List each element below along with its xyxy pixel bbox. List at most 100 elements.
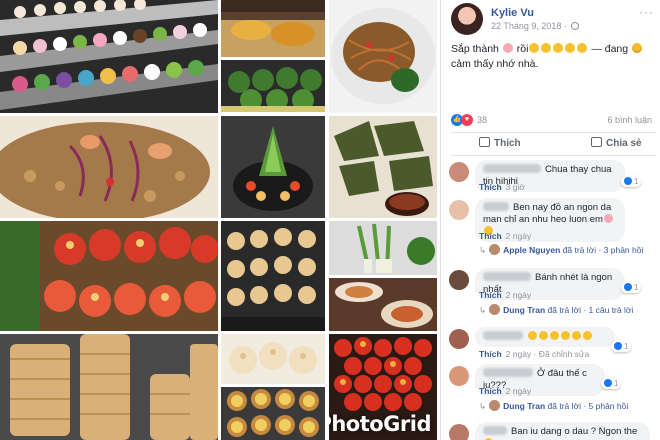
share-button[interactable]: Chia sẻ: [591, 137, 642, 149]
replier-name[interactable]: Dung Tran: [503, 305, 545, 315]
globe-icon: [571, 22, 580, 30]
sad-emoji-icon: [632, 43, 643, 53]
comment-meta: Thích 2 ngày · Đã chỉnh sửa: [479, 349, 589, 359]
comment-bubble: Ban iu dang o dau ? Ngon the: [475, 422, 650, 440]
more-options-button[interactable]: ···: [639, 5, 654, 19]
reaction-summary[interactable]: 👍 ♥ 38 6 bình luận: [451, 113, 656, 127]
comment-bubble: [475, 327, 615, 347]
comment-time[interactable]: 2 ngày: [506, 231, 532, 241]
feeling-prefix: — đang: [591, 43, 629, 55]
photo-apple-pile[interactable]: PhotoGrid: [329, 334, 437, 440]
reply-text[interactable]: đã trả lời · 1 câu trả lời: [548, 305, 634, 315]
comment-text: Ban iu dang o dau ? Ngon the: [511, 426, 638, 437]
like-label: Thích: [494, 138, 521, 149]
post-text: Sắp thành rồi — đang cảm thấy nhớ nhà.: [451, 42, 651, 72]
comment-meta: Thích 3 giờ: [479, 182, 525, 192]
post-actions: Thích Chia sẻ: [451, 132, 656, 156]
replier-name[interactable]: Dung Tran: [503, 401, 545, 411]
commenter-avatar[interactable]: [449, 366, 469, 386]
timestamp-text[interactable]: 22 Tháng 9, 2018 ·: [491, 21, 567, 31]
reply-arrow-icon: ↳: [479, 305, 487, 315]
comment-time[interactable]: 2 ngày: [506, 290, 532, 300]
reply-summary[interactable]: ↳ Dung Tran đã trả lời · 5 phản hồi: [479, 400, 628, 412]
reply-text[interactable]: đã trả lời · 5 phản hồi: [548, 401, 629, 411]
share-label: Chia sẻ: [606, 138, 642, 149]
reaction-count[interactable]: 38: [477, 115, 487, 125]
commenter-name-blurred[interactable]: [483, 331, 523, 340]
commenter-avatar[interactable]: [449, 329, 469, 349]
replier-name[interactable]: Apple Nguyen: [503, 245, 560, 255]
photo-melons[interactable]: [221, 60, 325, 112]
commenter-avatar[interactable]: [449, 162, 469, 182]
photo-leaf-wrapped-rice[interactable]: [329, 116, 437, 218]
reply-arrow-icon: ↳: [479, 245, 487, 255]
comment-time[interactable]: 3 giờ: [506, 182, 525, 192]
comment-reactions[interactable]: 1: [621, 176, 642, 187]
like-button[interactable]: Thích: [479, 137, 521, 149]
smile-emoji-icon: [553, 43, 564, 53]
like-reaction-icon: [624, 177, 632, 185]
thumbs-up-emoji-icon: [539, 331, 548, 340]
comment-time[interactable]: 2 ngày: [506, 386, 532, 396]
post-text-prefix: Sắp thành: [451, 43, 499, 55]
reply-arrow-icon: ↳: [479, 401, 487, 411]
replier-avatar: [489, 400, 501, 411]
commenter-avatar[interactable]: [449, 200, 469, 220]
author-avatar[interactable]: [451, 3, 483, 35]
photo-greens[interactable]: [329, 221, 437, 275]
reply-text[interactable]: đã trả lời · 3 phản hồi: [563, 245, 644, 255]
comment-time[interactable]: 2 ngày · Đã chỉnh sửa: [506, 349, 590, 359]
reply-summary[interactable]: ↳ Dung Tran đã trả lời · 1 câu trả lời: [479, 304, 633, 316]
author-name[interactable]: Kylie Vu: [491, 7, 534, 19]
photo-bamboo-steamers[interactable]: [0, 334, 218, 440]
comment-like-link[interactable]: Thích: [479, 182, 502, 192]
comment-like-link[interactable]: Thích: [479, 231, 502, 241]
photo-cupcakes[interactable]: [0, 0, 218, 113]
commenter-avatar[interactable]: [449, 270, 469, 290]
comment-count[interactable]: 6 bình luận: [607, 115, 652, 125]
post-timestamp[interactable]: 22 Tháng 9, 2018 ·: [491, 21, 580, 31]
comment-reactions[interactable]: 1: [601, 378, 622, 389]
like-reaction-icon: [604, 379, 612, 387]
comment-reactions[interactable]: 1: [611, 341, 632, 352]
replier-avatar: [489, 304, 501, 315]
photo-noodle-salad[interactable]: [329, 0, 437, 113]
comment-reactions[interactable]: 1: [621, 282, 642, 293]
commenter-name-blurred[interactable]: [483, 368, 533, 377]
thumbs-up-icon: [479, 137, 490, 147]
post-header: Kylie Vu 22 Tháng 9, 2018 · ···: [451, 3, 656, 37]
smile-emoji-icon: [529, 43, 540, 53]
share-icon: [591, 137, 602, 147]
reply-summary[interactable]: ↳ Apple Nguyen đã trả lời · 3 phản hồi: [479, 244, 643, 256]
photo-collage[interactable]: PhotoGrid: [0, 0, 440, 440]
thumbs-up-emoji-icon: [572, 331, 581, 340]
like-reaction-icon: [614, 342, 622, 350]
photo-food-display[interactable]: [221, 0, 325, 57]
replier-avatar: [489, 244, 501, 255]
commenter-name-blurred[interactable]: [483, 202, 509, 211]
pig-emoji-icon: [603, 214, 613, 223]
comment-like-link[interactable]: Thích: [479, 290, 502, 300]
photo-dumplings[interactable]: [221, 334, 325, 384]
commenter-avatar[interactable]: [449, 424, 469, 440]
smile-emoji-icon: [541, 43, 552, 53]
photo-fruit-carving[interactable]: [221, 116, 325, 218]
photo-shrimp-salad[interactable]: [0, 116, 218, 218]
comment-like-link[interactable]: Thích: [479, 386, 502, 396]
thumbs-up-emoji-icon: [583, 331, 592, 340]
comment-meta: Thích 2 ngày: [479, 386, 531, 396]
photo-egg-tarts[interactable]: [221, 387, 325, 440]
commenter-name-blurred[interactable]: [483, 272, 531, 281]
comment-react-count: 1: [624, 342, 629, 351]
commenter-name-blurred[interactable]: [483, 164, 541, 173]
photo-apples[interactable]: [0, 221, 218, 331]
commenter-name-blurred[interactable]: [483, 426, 507, 435]
feeling-text[interactable]: cảm thấy nhớ nhà.: [451, 58, 538, 70]
post-panel: Kylie Vu 22 Tháng 9, 2018 · ··· Sắp thàn…: [440, 0, 660, 440]
comment-react-count: 1: [634, 177, 639, 186]
photo-pastries[interactable]: [221, 221, 325, 331]
photo-plated-dish[interactable]: [329, 278, 437, 331]
love-reaction-icon: ♥: [461, 114, 473, 126]
comment-meta: Thích 2 ngày: [479, 231, 531, 241]
comment-like-link[interactable]: Thích: [479, 349, 502, 359]
